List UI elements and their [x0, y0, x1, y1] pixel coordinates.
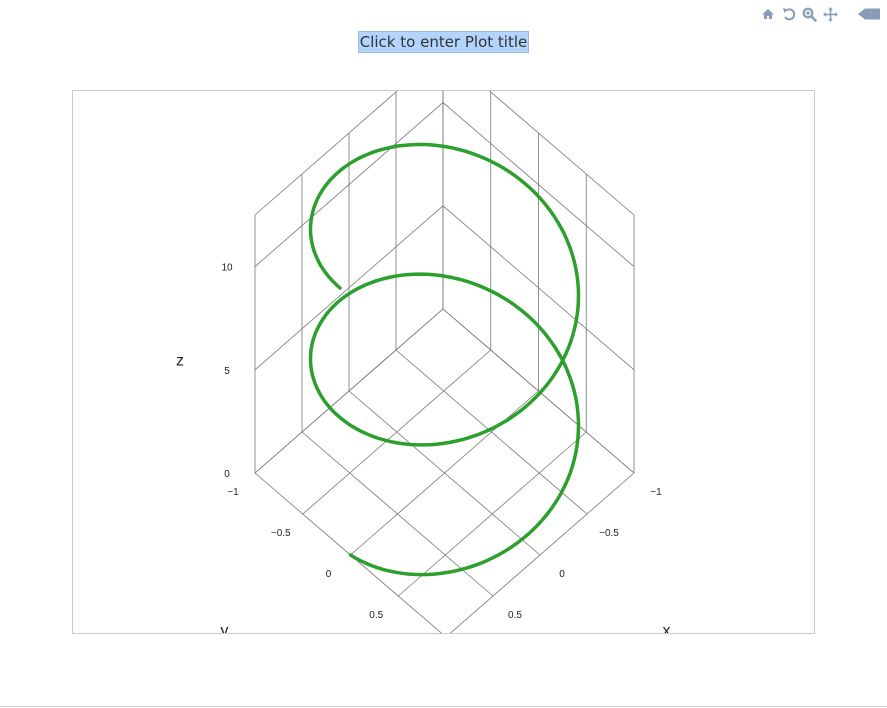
floor-gridline — [397, 431, 587, 597]
divider — [0, 706, 887, 707]
collapse-modebar-button[interactable] — [857, 5, 881, 23]
x-axis-title: x — [663, 623, 671, 635]
floor-gridline — [350, 390, 539, 556]
x-tick-label: 0.5 — [508, 610, 522, 621]
y-tick-label: −1 — [227, 487, 239, 498]
rotate-icon — [782, 8, 795, 21]
floor-gridline — [449, 472, 635, 633]
reset-camera-button[interactable] — [759, 5, 776, 23]
modebar — [759, 4, 881, 24]
y-tick-label: 0 — [326, 569, 332, 580]
x-tick-label: −1 — [650, 487, 662, 498]
z-tick-label: 10 — [221, 263, 233, 274]
y-tick-label: −0.5 — [271, 528, 291, 539]
z-tick-label: 0 — [224, 469, 230, 480]
3d-chart[interactable]: −1 −0.5 0 0.5 −1 −0.5 0 0.5 0 5 10 x y z — [73, 91, 815, 634]
z-tick-label: 5 — [224, 366, 230, 377]
zoom-button[interactable] — [801, 5, 818, 23]
left-arrow-icon — [858, 8, 880, 20]
home-icon — [761, 9, 774, 19]
plot-title[interactable]: Click to enter Plot title — [357, 31, 530, 53]
3d-scene[interactable]: −1 −0.5 0 0.5 −1 −0.5 0 0.5 0 5 10 x y z — [72, 90, 815, 634]
z-axis-title: z — [176, 352, 184, 369]
x-tick-label: 0 — [559, 569, 565, 580]
pan-button[interactable] — [822, 5, 839, 23]
orbit-rotation-button[interactable] — [780, 5, 797, 23]
y-tick-label: 0.5 — [369, 610, 383, 621]
pan-arrows-icon — [823, 6, 838, 22]
y-axis-title: y — [220, 623, 228, 635]
x-tick-label: −0.5 — [599, 528, 619, 539]
magnifier-icon — [802, 7, 817, 22]
